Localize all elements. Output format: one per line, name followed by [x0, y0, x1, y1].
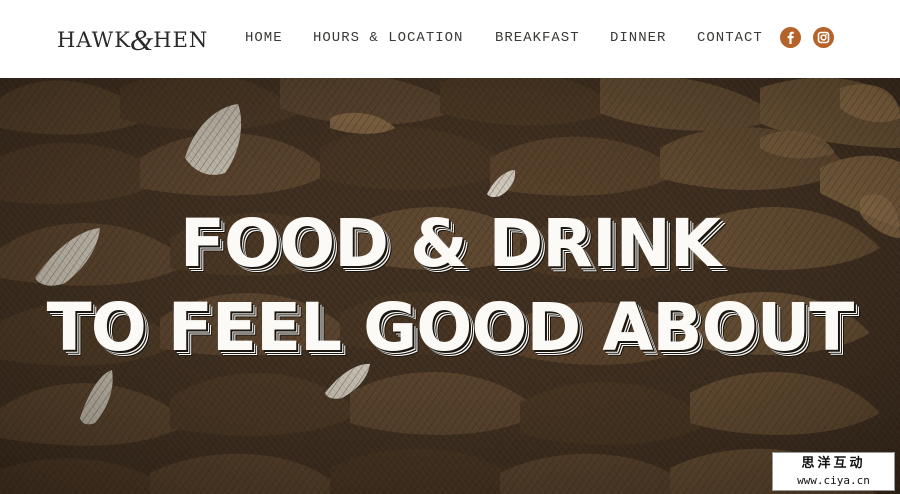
nav-item-breakfast[interactable]: BREAKFAST: [495, 29, 580, 47]
watermark-badge: 思洋互动 www.ciya.cn: [772, 452, 895, 491]
feather-background-image: [0, 78, 900, 494]
hero-headline-line-1: FOOD & DRINK: [179, 205, 721, 282]
nav-item-home[interactable]: HOME: [245, 29, 283, 47]
nav-item-contact[interactable]: CONTACT: [697, 29, 763, 47]
logo-text-left: HAWK: [57, 28, 131, 52]
site-header: HAWK&HEN HOME HOURS & LOCATION BREAKFAST…: [0, 0, 900, 78]
site-logo[interactable]: HAWK&HEN: [57, 24, 209, 57]
hero-banner: FOOD & DRINK TO FEEL GOOD ABOUT: [0, 78, 900, 494]
watermark-url: www.ciya.cn: [797, 474, 870, 487]
instagram-icon[interactable]: [813, 27, 834, 48]
nav-item-hours-location[interactable]: HOURS & LOCATION: [313, 29, 463, 47]
hero-headline-line-2: TO FEEL GOOD ABOUT: [46, 289, 855, 366]
page: HAWK&HEN HOME HOURS & LOCATION BREAKFAST…: [0, 0, 900, 494]
nav-item-dinner[interactable]: DINNER: [610, 29, 666, 47]
watermark-title: 思洋互动: [801, 456, 866, 471]
logo-text-right: HEN: [153, 28, 209, 52]
facebook-icon[interactable]: [780, 27, 801, 48]
logo-ampersand: &: [129, 24, 155, 57]
